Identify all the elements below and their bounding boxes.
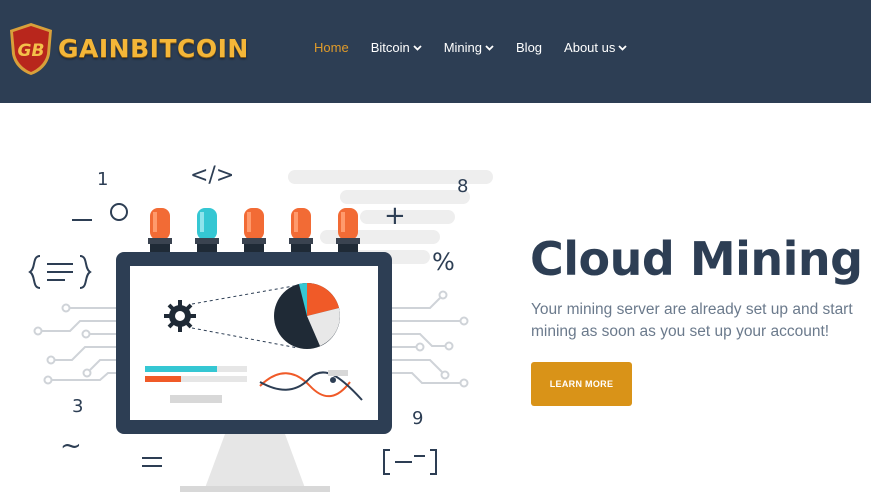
logo-monogram: GB bbox=[18, 41, 45, 61]
learn-more-button[interactable]: LEARN MORE bbox=[531, 362, 632, 406]
glyph-eight: 8 bbox=[457, 176, 468, 197]
hero-description: Your mining server are already set up an… bbox=[531, 301, 853, 340]
site-header: GB GAINBITCOIN Home Bitcoin Mining Blog … bbox=[0, 0, 871, 103]
nav-item-label: Home bbox=[314, 40, 349, 55]
glyph-tilde: ~ bbox=[60, 431, 82, 461]
monitor-stand bbox=[180, 434, 330, 492]
nav-item-about-us[interactable]: About us bbox=[564, 40, 628, 55]
shield-logo-icon: GB bbox=[10, 23, 52, 75]
main-nav: Home Bitcoin Mining Blog About us bbox=[314, 40, 649, 55]
monitor bbox=[116, 252, 392, 434]
mining-server-illustration: 1 8 3 9 </> % + ~ bbox=[28, 163, 493, 492]
chevron-down-icon bbox=[485, 44, 494, 51]
nav-item-bitcoin[interactable]: Bitcoin bbox=[371, 40, 422, 55]
nav-item-home[interactable]: Home bbox=[314, 40, 349, 55]
glyph-one: 1 bbox=[97, 169, 108, 190]
glyph-plus: + bbox=[384, 201, 406, 231]
hero-title: Cloud Mining bbox=[530, 232, 863, 286]
chevron-down-icon bbox=[618, 44, 628, 51]
nav-item-label: Blog bbox=[516, 40, 543, 55]
brand-logo[interactable]: GB GAINBITCOIN bbox=[8, 22, 249, 76]
nav-item-blog[interactable]: Blog bbox=[516, 40, 542, 55]
chevron-down-icon bbox=[413, 44, 422, 51]
nav-item-label: Bitcoin bbox=[370, 40, 410, 55]
glyph-percent: % bbox=[432, 248, 455, 276]
brand-name: GAINBITCOIN bbox=[58, 34, 249, 63]
nav-item-label: Mining bbox=[443, 40, 483, 55]
glyph-code: </> bbox=[190, 163, 234, 188]
nav-item-mining[interactable]: Mining bbox=[444, 40, 494, 55]
pie-chart-icon bbox=[274, 283, 340, 349]
glyph-three: 3 bbox=[72, 396, 83, 417]
nav-item-label: About us bbox=[564, 40, 616, 55]
glyph-nine: 9 bbox=[412, 408, 423, 429]
